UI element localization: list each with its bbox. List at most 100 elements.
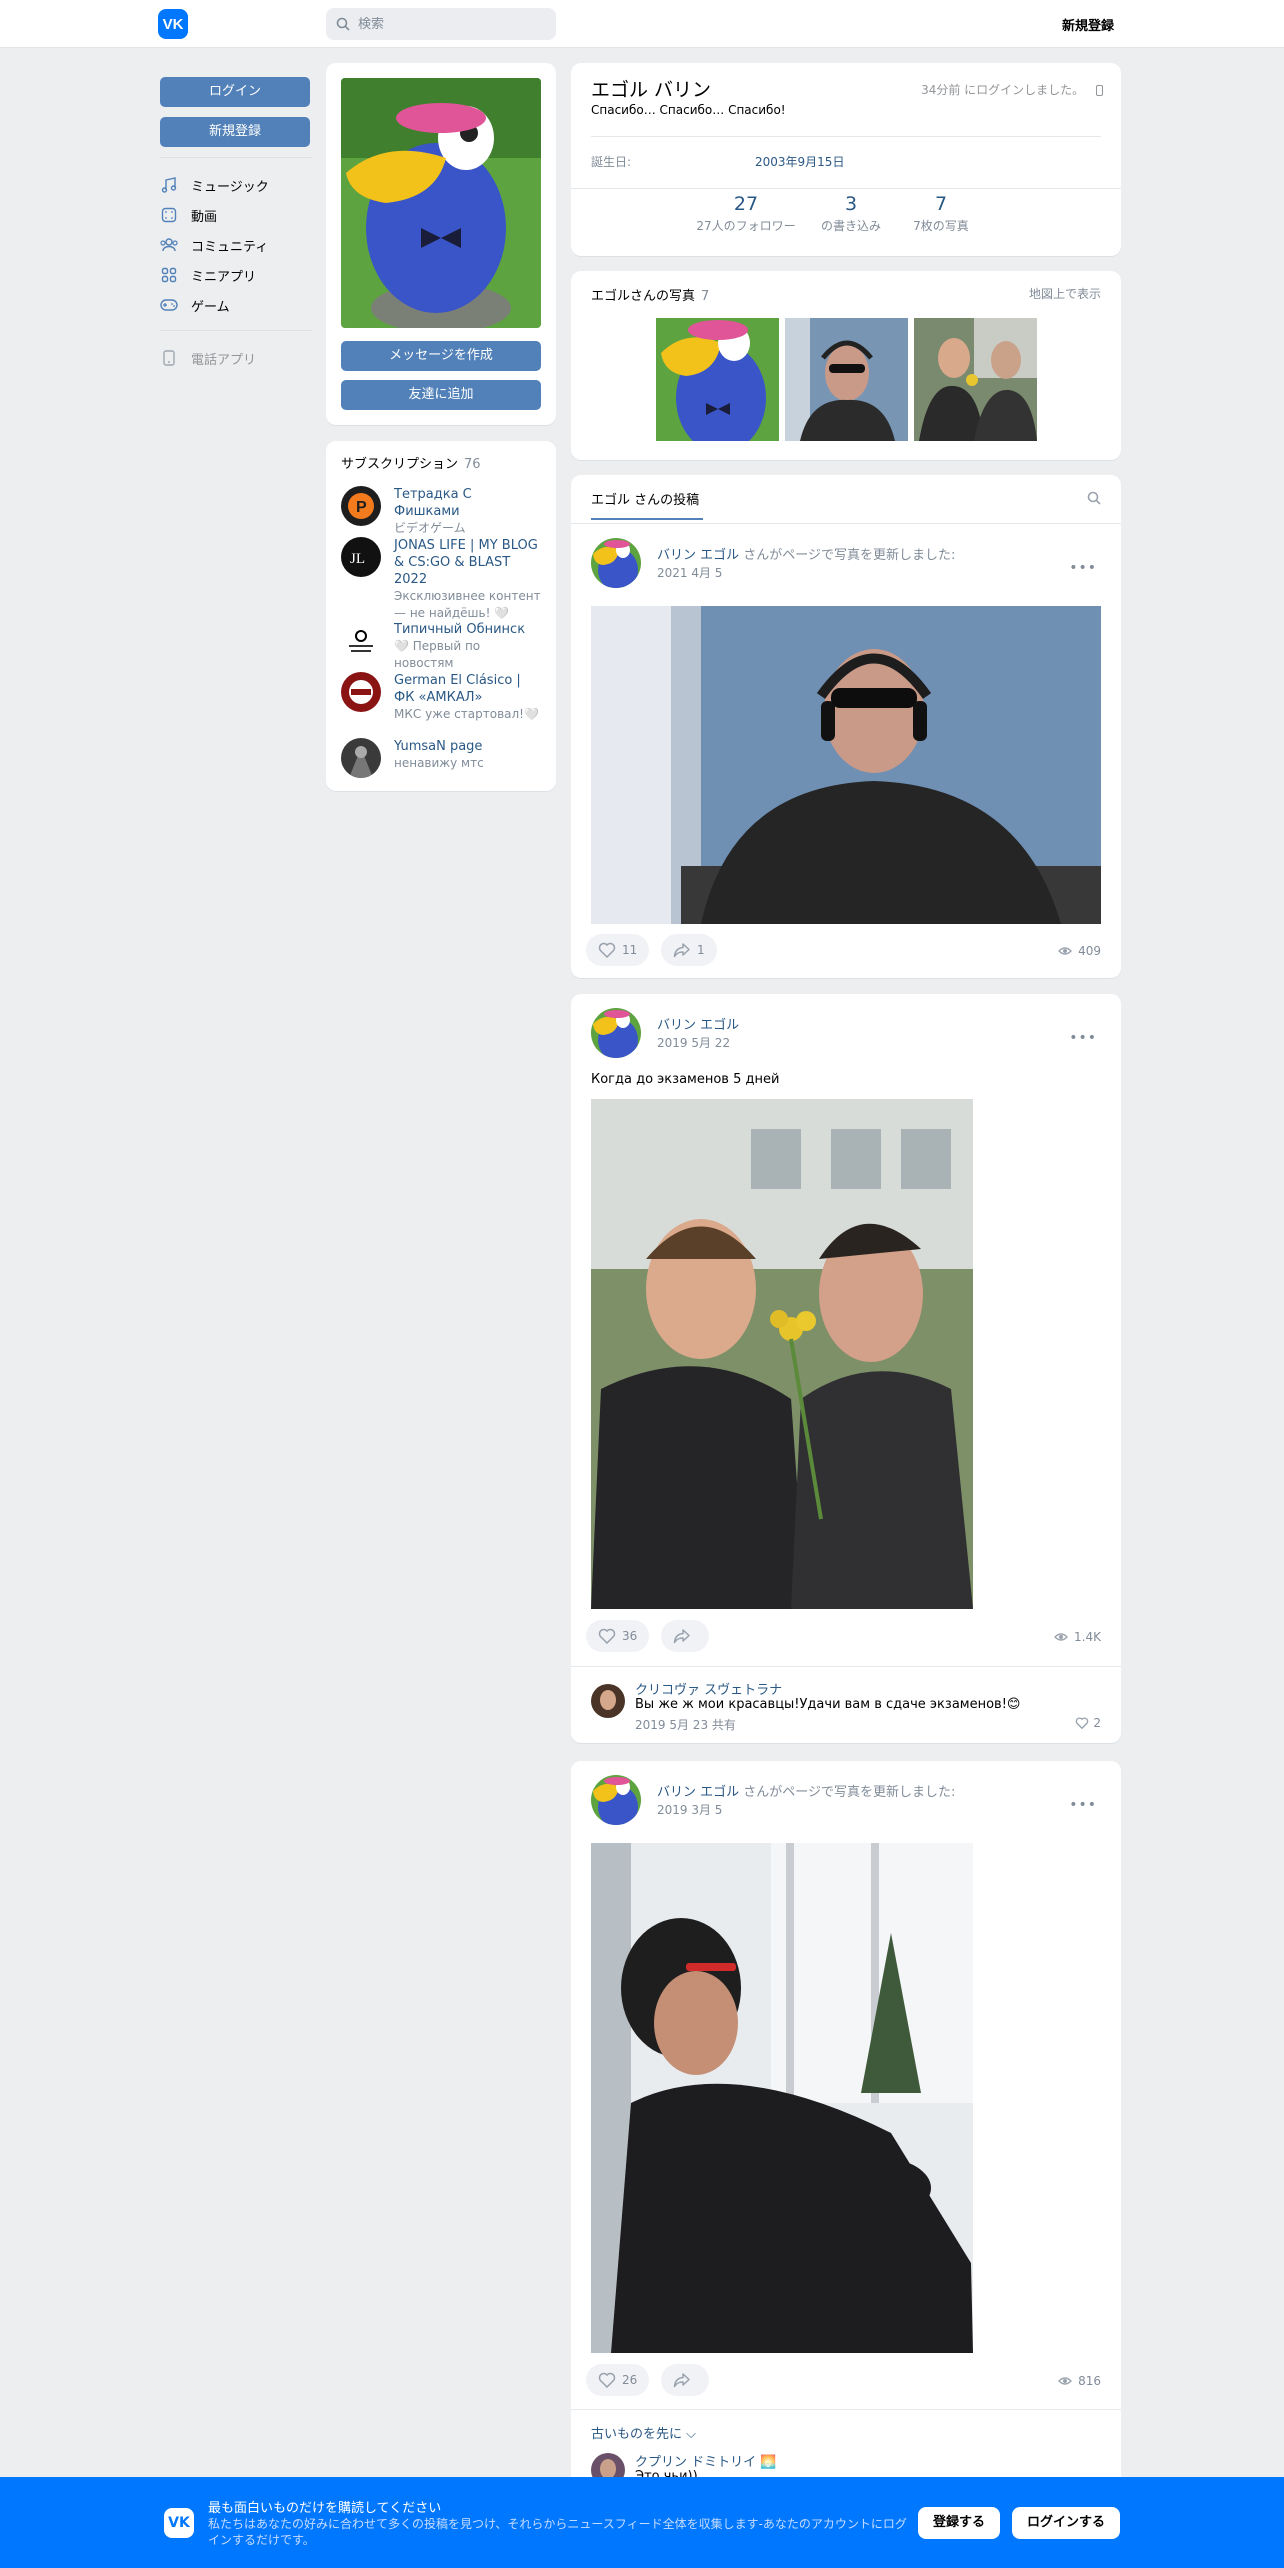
subscription-avatar: P <box>341 486 381 526</box>
post-author-avatar[interactable] <box>591 1008 641 1058</box>
svg-text:P: P <box>356 499 367 516</box>
post-date[interactable]: 2019 5月 22 <box>657 1034 730 1051</box>
tab-posts[interactable]: エゴル さんの投稿 <box>591 489 699 508</box>
comment-text: Вы же ж мои красавцы!Удачи вам в сдаче э… <box>635 1697 1021 1712</box>
subscription-item[interactable]: German El Clásico | ФК «АМКАЛ» МКС уже ст… <box>341 672 541 723</box>
post-author-avatar[interactable] <box>591 538 641 588</box>
photo-thumbnail[interactable] <box>914 318 1037 441</box>
heart-icon <box>1076 1717 1089 1729</box>
nav-item-miniapps[interactable]: ミニアプリ <box>160 260 312 290</box>
post-date[interactable]: 2019 3月 5 <box>657 1801 722 1818</box>
photo-thumbnail[interactable] <box>785 318 908 441</box>
subscription-item[interactable]: P Тетрадка С Фишками ビデオゲーム <box>341 486 541 537</box>
eye-icon <box>1054 1633 1068 1641</box>
search-box[interactable] <box>326 8 556 40</box>
like-button[interactable]: 26 <box>586 2364 650 2396</box>
nav-item-video[interactable]: 動画 <box>160 200 312 230</box>
profile-avatar[interactable] <box>341 78 541 328</box>
message-button[interactable]: メッセージを作成 <box>341 341 541 371</box>
nav-label: ミュージック <box>191 179 269 195</box>
post-photo[interactable] <box>591 1099 973 1609</box>
photos-card: エゴルさんの写真 7 地図上で表示 <box>571 271 1121 460</box>
eye-icon <box>1058 2377 1073 2385</box>
post-author-avatar[interactable] <box>591 1775 641 1825</box>
vk-logo[interactable]: VK <box>158 9 188 39</box>
wall-tabs-card: エゴル さんの投稿 <box>571 475 1121 523</box>
wall-post: バリン エゴル さんがページで写真を更新しました: 2021 4月 5 ••• … <box>571 523 1121 978</box>
comments-sort-toggle[interactable]: 古いものを先に ⌵ <box>591 2423 696 2442</box>
subscriptions-card: サブスクリプション 76 P Тетрадка С Фишками ビデオゲーム J… <box>326 441 556 791</box>
heart-icon <box>598 942 616 958</box>
subscription-desc: ビデオゲーム <box>394 521 466 535</box>
share-button[interactable]: 1 <box>661 934 717 966</box>
nav-item-games[interactable]: ゲーム <box>160 290 312 320</box>
birthday-value[interactable]: 2003年9月15日 <box>755 153 844 170</box>
views-count: 816 <box>1058 2374 1101 2388</box>
post-author-name[interactable]: バリン エゴル さんがページで写真を更新しました: <box>657 1781 955 1800</box>
comment-author[interactable]: クプリン ドミトリイ 🌅 <box>635 2451 776 2470</box>
nav-divider <box>160 157 312 158</box>
more-options-icon[interactable]: ••• <box>1069 1797 1097 1813</box>
comment-meta[interactable]: 2019 5月 23 共有 <box>635 1716 736 1733</box>
share-button[interactable] <box>661 2364 709 2396</box>
share-button[interactable] <box>661 1620 709 1652</box>
nav-label: ゲーム <box>191 299 230 315</box>
subscription-item[interactable]: Типичный Обнинск 🤍 Первый по новостям <box>341 621 541 672</box>
like-button[interactable]: 36 <box>586 1620 650 1652</box>
nav-item-music[interactable]: ミュージック <box>160 170 312 200</box>
add-friend-button[interactable]: 友達に追加 <box>341 380 541 410</box>
subscription-avatar <box>341 672 381 712</box>
search-input[interactable] <box>358 16 538 32</box>
followers-counter[interactable]: 27 27人のフォロワー <box>681 193 811 234</box>
like-button[interactable]: 11 <box>586 934 650 966</box>
search-icon <box>336 17 350 31</box>
search-icon[interactable] <box>1087 491 1101 505</box>
subscription-avatar <box>341 621 381 661</box>
post-date[interactable]: 2021 4月 5 <box>657 564 722 581</box>
login-button[interactable]: ログイン <box>160 77 310 107</box>
more-options-icon[interactable]: ••• <box>1069 560 1097 576</box>
share-icon <box>673 943 690 958</box>
photo-thumbnail[interactable] <box>656 318 779 441</box>
community-icon <box>160 236 178 254</box>
subscription-name: JONAS LIFE | MY BLOG & CS:GO & BLAST 202… <box>394 538 538 587</box>
subscriptions-title[interactable]: サブスクリプション 76 <box>341 453 481 472</box>
nav-item-phone-app[interactable]: 電話アプリ <box>160 343 312 373</box>
tab-active-indicator <box>591 518 703 520</box>
subscription-item[interactable]: JL JONAS LIFE | MY BLOG & CS:GO & BLAST … <box>341 537 541 622</box>
post-author-name[interactable]: バリン エゴル <box>657 1014 739 1033</box>
banner-description: 私たちはあなたの好みに合わせて多くの投稿を見つけ、それらからニュースフィード全体… <box>208 2517 907 2547</box>
divider <box>571 2409 1121 2410</box>
photos-title[interactable]: エゴルさんの写真 7 <box>591 285 709 304</box>
heart-icon <box>598 2372 616 2388</box>
banner-login-button[interactable]: ログインする <box>1012 2507 1120 2539</box>
profile-status: Спасибо… Спасибо… Спасибо! <box>591 103 786 117</box>
nav-divider <box>160 330 312 331</box>
post-author-name[interactable]: バリン エゴル さんがページで写真を更新しました: <box>657 544 955 563</box>
comment-avatar[interactable] <box>591 1684 625 1718</box>
wall-post: バリン エゴル 2019 5月 22 ••• Когда до экзамено… <box>571 994 1121 1743</box>
subscription-desc: 🤍 Первый по новостям <box>394 639 481 670</box>
banner-subscribe-button[interactable]: 登録する <box>918 2507 1000 2539</box>
show-on-map-link[interactable]: 地図上で表示 <box>1029 285 1101 302</box>
eye-icon <box>1058 947 1073 955</box>
nav-item-community[interactable]: コミュニティ <box>160 230 312 260</box>
posts-counter[interactable]: 3 の書き込み <box>811 193 891 234</box>
signup-link[interactable]: 新規登録 <box>1062 15 1114 34</box>
post-photo[interactable] <box>591 1843 973 2353</box>
post-text: Когда до экзаменов 5 дней <box>591 1072 780 1087</box>
views-count: 409 <box>1058 944 1101 958</box>
nav-label: 電話アプリ <box>191 352 257 368</box>
register-button[interactable]: 新規登録 <box>160 117 310 147</box>
post-photo[interactable] <box>591 606 1101 924</box>
subscription-item[interactable]: YumsaN page ненавижу мтс <box>341 738 541 778</box>
profile-avatar-card: メッセージを作成 友達に追加 <box>326 63 556 425</box>
photos-counter[interactable]: 7 7枚の写真 <box>901 193 981 234</box>
subscription-desc: Эксклюзивнее контент — не найдёшь! 🤍 <box>394 589 541 620</box>
apps-icon <box>160 266 178 284</box>
comment-author[interactable]: クリコヴァ スヴェトラナ <box>635 1679 782 1698</box>
phone-icon <box>160 349 178 367</box>
share-icon <box>673 1629 690 1644</box>
more-options-icon[interactable]: ••• <box>1069 1030 1097 1046</box>
comment-like-button[interactable]: 2 <box>1075 1716 1101 1730</box>
